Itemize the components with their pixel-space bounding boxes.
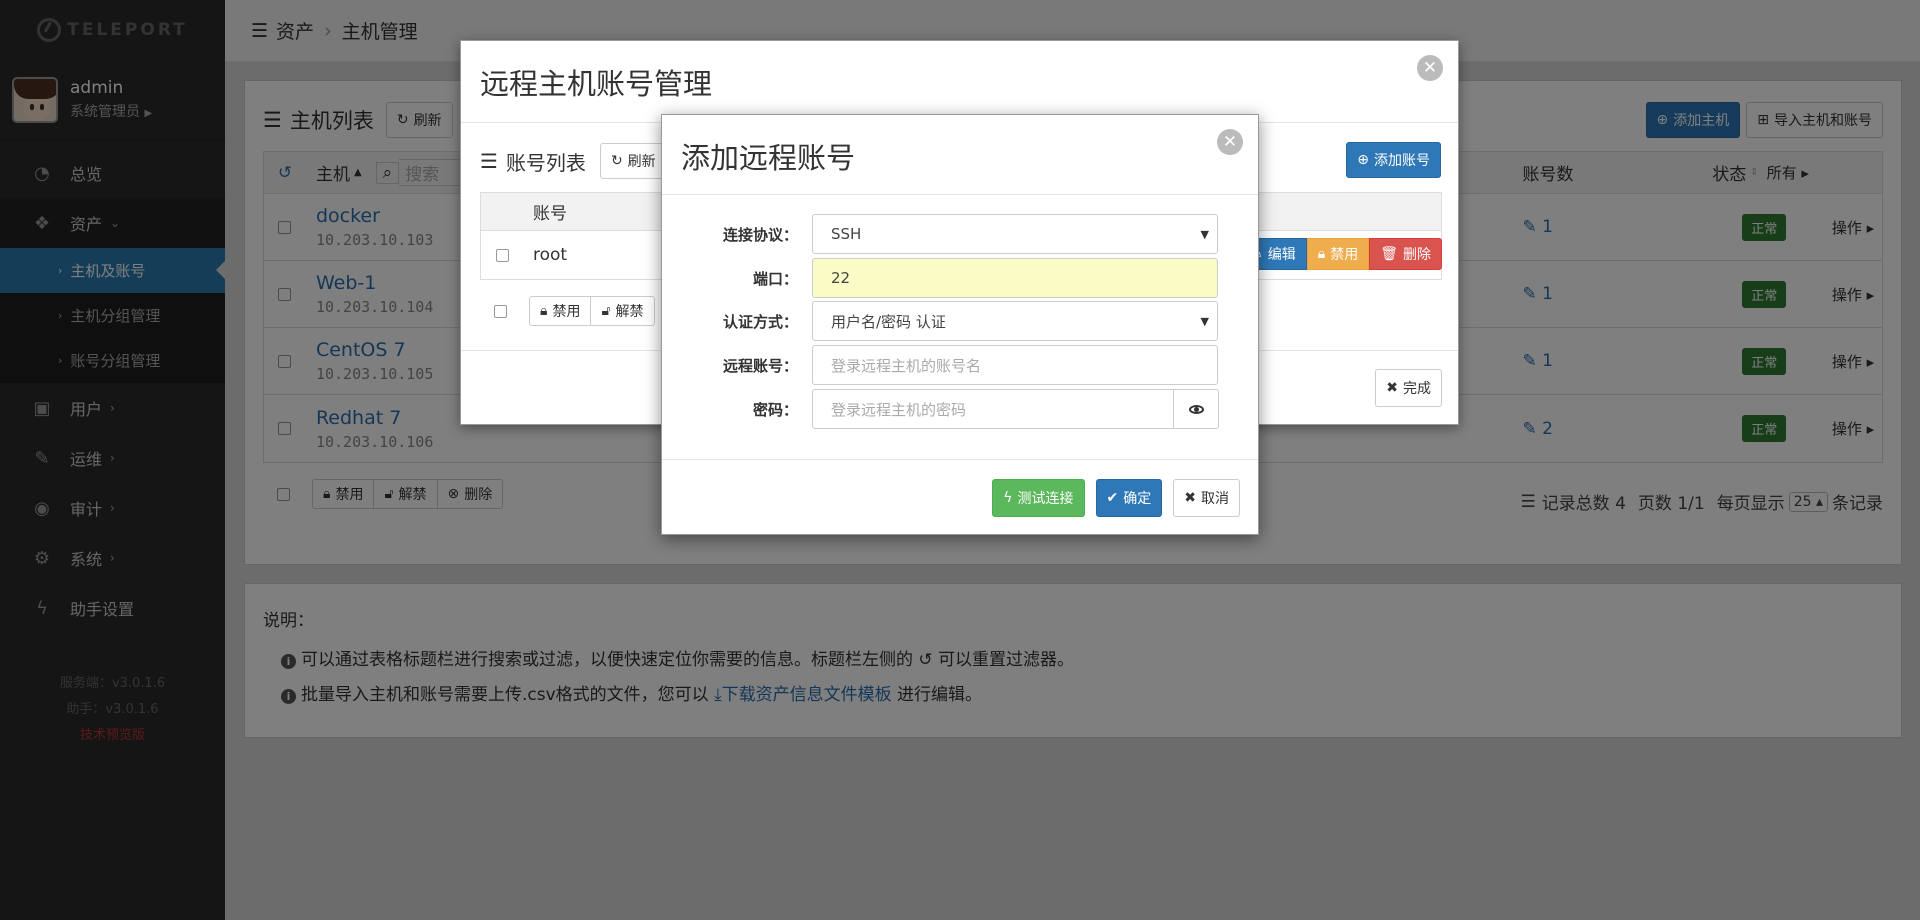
- delete-account-button[interactable]: 🗑︎ 删除: [1369, 238, 1442, 270]
- list-icon: ☰: [480, 149, 498, 173]
- caret-down-icon: ▼: [1200, 227, 1209, 241]
- auth-method-select[interactable]: 用户名/密码 认证 ▼: [812, 301, 1218, 341]
- close-icon[interactable]: ✕: [1417, 55, 1443, 81]
- test-connection-button[interactable]: ϟ 测试连接: [992, 479, 1085, 517]
- add-account-button[interactable]: ⊕ 添加账号: [1346, 142, 1441, 178]
- disable-account-button[interactable]: 🔒︎ 禁用: [1306, 238, 1370, 270]
- select-all-accounts-checkbox[interactable]: [494, 304, 507, 318]
- password-input[interactable]: 登录远程主机的密码: [812, 389, 1174, 429]
- refresh-accounts-button[interactable]: ↻ 刷新: [599, 143, 667, 179]
- close-icon: ✖: [1386, 380, 1398, 396]
- bulk-disable-accounts-button[interactable]: 🔒︎ 禁用: [529, 296, 592, 326]
- trash-icon: 🗑︎: [1380, 246, 1398, 262]
- protocol-select[interactable]: SSH ▼: [812, 214, 1218, 254]
- password-label: 密码：: [752, 400, 798, 419]
- caret-down-icon: ▼: [1200, 314, 1209, 328]
- confirm-button[interactable]: ✔ 确定: [1095, 479, 1163, 517]
- done-button[interactable]: ✖ 完成: [1375, 369, 1442, 407]
- cancel-button[interactable]: ✖ 取消: [1173, 479, 1240, 517]
- account-list-title: 账号列表: [505, 150, 586, 175]
- close-icon: ✖: [1184, 490, 1196, 506]
- check-icon: ✔: [1106, 490, 1119, 506]
- show-password-button[interactable]: [1174, 389, 1219, 429]
- modal-title: 远程主机账号管理: [461, 41, 1458, 123]
- add-account-modal: 添加远程账号 ✕ 连接协议： SSH ▼ 端口： 22 认证方式： 用户名/密码…: [661, 114, 1259, 535]
- plus-circle-icon: ⊕: [1357, 152, 1369, 168]
- bulk-enable-accounts-button[interactable]: 🔓︎ 解禁: [590, 296, 655, 326]
- close-icon[interactable]: ✕: [1217, 129, 1243, 155]
- eye-icon: [1188, 404, 1204, 414]
- account-label: 远程账号：: [722, 356, 798, 375]
- modal-title: 添加远程账号: [662, 115, 1258, 195]
- port-input[interactable]: 22: [812, 258, 1218, 298]
- lock-icon: 🔒︎: [1317, 246, 1326, 262]
- bolt-icon: ϟ: [1003, 490, 1013, 506]
- refresh-icon: ↻: [610, 153, 623, 169]
- account-name: root: [533, 245, 568, 265]
- protocol-label: 连接协议：: [722, 225, 798, 244]
- lock-icon: 🔒︎: [540, 303, 548, 319]
- unlock-icon: 🔓︎: [601, 303, 611, 319]
- col-account: 账号: [533, 204, 567, 224]
- port-label: 端口：: [752, 269, 798, 288]
- remote-account-input[interactable]: 登录远程主机的账号名: [812, 345, 1218, 385]
- auth-label: 认证方式：: [722, 312, 798, 331]
- row-checkbox[interactable]: [495, 248, 509, 262]
